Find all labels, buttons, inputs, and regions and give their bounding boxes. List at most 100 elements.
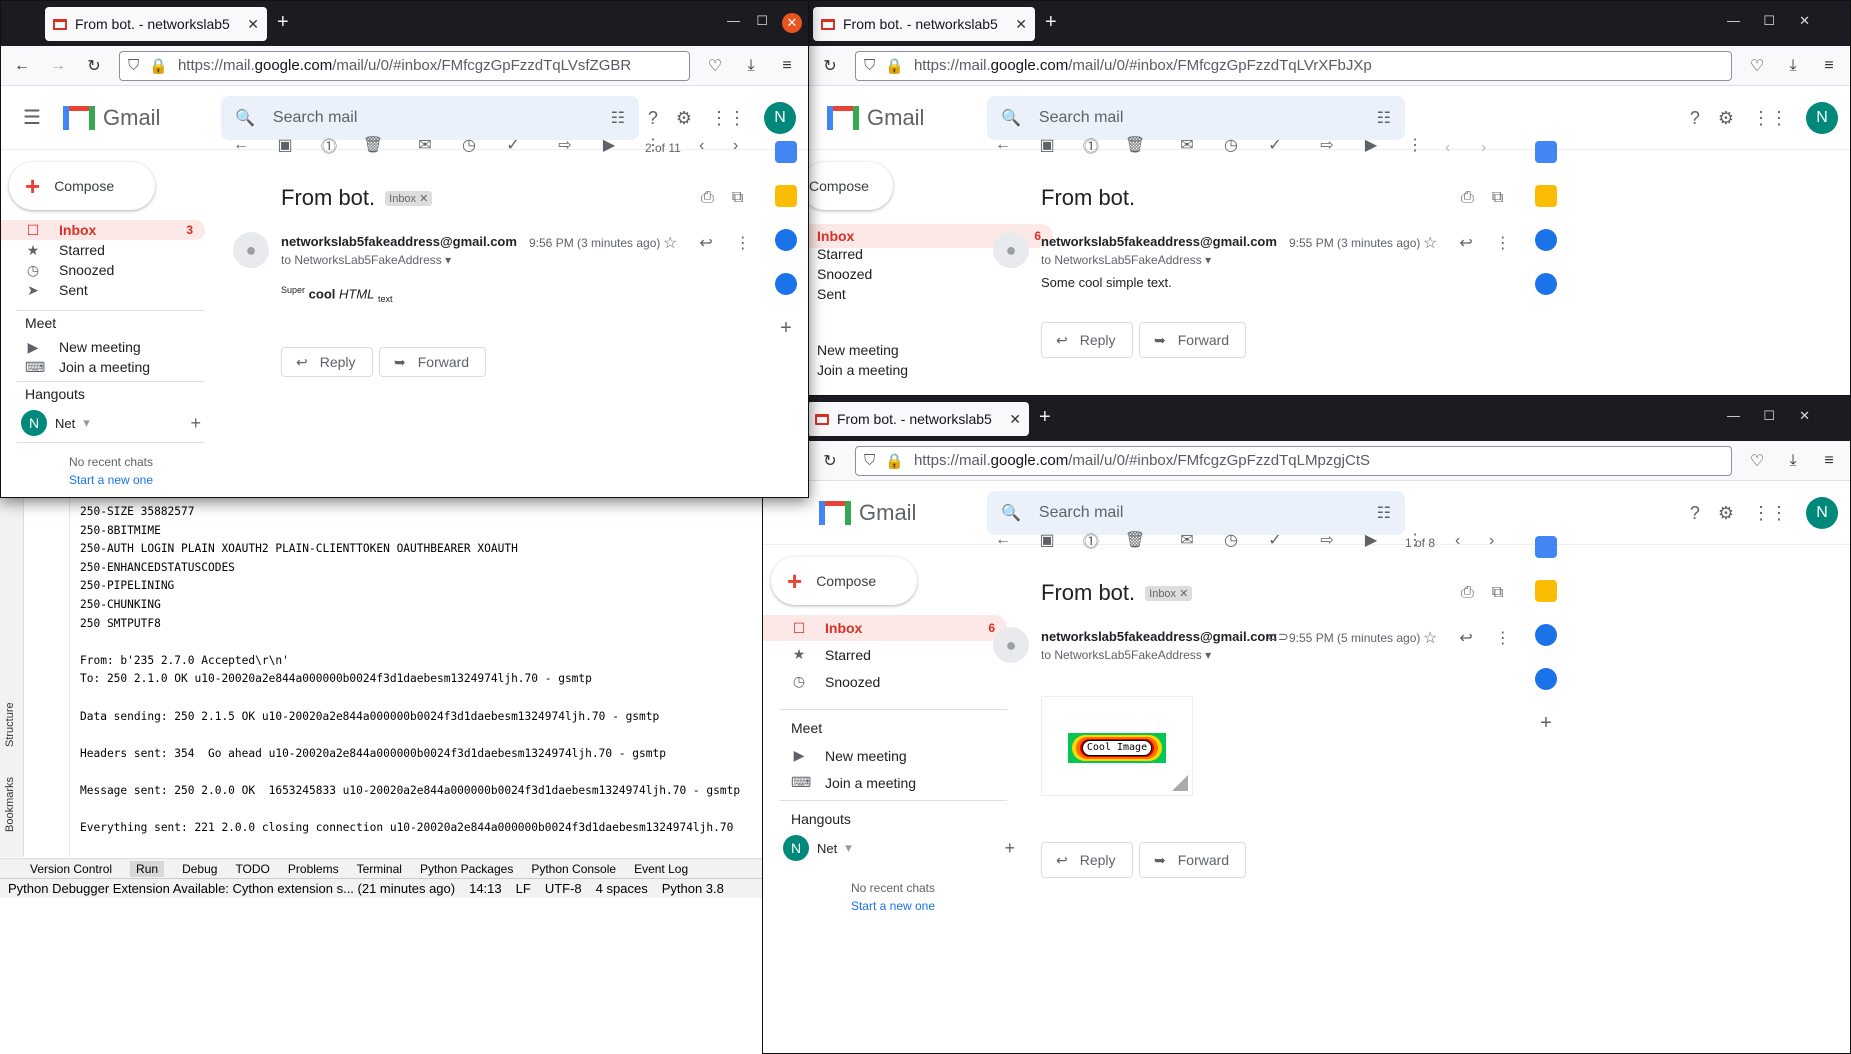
more-options-icon[interactable]: ⋮ (735, 233, 751, 253)
help-icon[interactable]: ? (1690, 108, 1700, 129)
download-icon[interactable]: ⤓ (1782, 57, 1804, 75)
sidebar-item-inbox[interactable]: ☐ Inbox 3 (1, 220, 205, 240)
forward-button[interactable]: ➥ Forward (1139, 322, 1247, 358)
open-new-window-icon[interactable]: ⧉ (732, 189, 743, 207)
gmail-logo[interactable]: Gmail (827, 105, 987, 131)
report-spam-icon[interactable]: ⓵ (1069, 528, 1113, 552)
more-icon[interactable]: ⋮ (1393, 135, 1437, 155)
new-meeting-item[interactable]: ▶ New meeting (1, 337, 205, 357)
tool-tab-run[interactable]: Run (130, 860, 165, 877)
sidebar-item-snoozed[interactable]: ◷ Snoozed (763, 668, 1007, 695)
reply-button[interactable]: ↩ Reply (281, 347, 373, 377)
report-spam-icon[interactable]: ⓵ (1069, 133, 1113, 157)
reply-button[interactable]: ↩ Reply (1041, 322, 1133, 358)
reply-icon[interactable]: ↩ (1459, 628, 1472, 648)
start-new-link[interactable]: Start a new one (763, 899, 1023, 913)
back-arrow-icon[interactable]: ← (981, 136, 1025, 154)
search-input[interactable]: Search mail (1039, 504, 1359, 522)
url-bar[interactable]: ⛉ 🔒 https://mail.google.com/mail/u/0/#inbo… (855, 50, 1732, 81)
add-task-icon[interactable]: ✓ (1253, 135, 1297, 155)
mark-unread-icon[interactable]: ✉ (403, 135, 447, 155)
reply-icon[interactable]: ↩ (1459, 233, 1472, 253)
apps-icon[interactable]: ⋮⋮ (1752, 108, 1788, 129)
recipient-line[interactable]: to NetworksLab5FakeAddress ▾ (1041, 253, 1277, 267)
add-chat-icon[interactable]: + (1004, 838, 1015, 859)
forward-icon[interactable]: → (47, 57, 69, 75)
start-new-link[interactable]: Start a new one (1, 473, 221, 487)
search-icon[interactable]: 🔍 (235, 108, 255, 128)
mark-unread-icon[interactable]: ✉ (1165, 530, 1209, 550)
move-to-icon[interactable]: ⇨ (1305, 135, 1349, 155)
newer-icon[interactable]: ‹ (1445, 139, 1450, 157)
tool-tab-problems[interactable]: Problems (288, 862, 339, 876)
snooze-icon[interactable]: ◷ (1209, 135, 1253, 155)
tab-close-icon[interactable]: ✕ (247, 16, 259, 33)
pocket-icon[interactable]: ♡ (1746, 56, 1768, 76)
hangouts-user[interactable]: N Net ▾ + (763, 833, 1023, 863)
maximize-icon[interactable]: ☐ (756, 13, 768, 29)
star-icon[interactable]: ☆ (1423, 628, 1437, 648)
close-window-icon[interactable]: ✕ (1799, 13, 1810, 29)
snooze-icon[interactable]: ◷ (1209, 530, 1253, 550)
tool-tab-event-log[interactable]: Event Log (634, 862, 688, 876)
settings-icon[interactable]: ⚙ (1718, 108, 1734, 129)
gmail-logo[interactable]: Gmail (819, 500, 979, 526)
download-icon[interactable]: ⤓ (740, 57, 762, 75)
join-meeting-item[interactable]: ⌨ Join a meeting (763, 769, 1007, 796)
new-tab-icon[interactable]: + (1039, 406, 1051, 429)
keep-icon[interactable] (775, 185, 797, 207)
reply-button[interactable]: ↩ Reply (1041, 842, 1133, 878)
search-icon[interactable]: 🔍 (1001, 108, 1021, 128)
download-icon[interactable]: ⤓ (1782, 452, 1804, 470)
calendar-icon[interactable] (775, 141, 797, 163)
open-new-window-icon[interactable]: ⧉ (1492, 189, 1503, 207)
add-chat-icon[interactable]: + (190, 413, 201, 434)
menu-icon[interactable]: ≡ (1818, 57, 1840, 75)
status-line-ending[interactable]: LF (516, 881, 531, 896)
add-task-icon[interactable]: ✓ (491, 135, 535, 155)
browser-tab[interactable]: From bot. - networkslab5 ✕ (807, 402, 1029, 436)
newer-icon[interactable]: ‹ (1455, 532, 1460, 550)
settings-icon[interactable]: ⚙ (1718, 503, 1734, 524)
forward-button[interactable]: ➥ Forward (379, 347, 487, 377)
sender-address[interactable]: networkslab5fakeaddress@gmail.com (1041, 629, 1277, 644)
calendar-icon[interactable] (1535, 141, 1557, 163)
label-icon[interactable]: ▶ (587, 135, 631, 155)
snooze-icon[interactable]: ◷ (447, 135, 491, 155)
status-encoding[interactable]: UTF-8 (545, 881, 582, 896)
sidebar-item-sent[interactable]: ➤ Sent (1, 280, 205, 300)
compose-button[interactable]: + Compose (9, 162, 155, 210)
star-icon[interactable]: ☆ (1423, 233, 1437, 253)
tab-close-icon[interactable]: ✕ (1009, 411, 1021, 428)
tool-tab-terminal[interactable]: Terminal (357, 862, 402, 876)
inbox-label-chip[interactable]: Inbox ✕ (385, 190, 433, 206)
calendar-icon[interactable] (1535, 536, 1557, 558)
help-icon[interactable]: ? (1690, 503, 1700, 524)
reply-icon[interactable]: ↩ (699, 233, 712, 253)
new-tab-icon[interactable]: + (1045, 11, 1057, 34)
apps-icon[interactable]: ⋮⋮ (710, 108, 746, 129)
search-icon[interactable]: 🔍 (1001, 503, 1021, 523)
bookmarks-tab[interactable]: Bookmarks (4, 777, 16, 832)
more-options-icon[interactable]: ⋮ (1495, 233, 1511, 253)
back-arrow-icon[interactable]: ← (219, 136, 263, 154)
sidebar-item-starred[interactable]: ★ Starred (1, 240, 205, 260)
move-to-icon[interactable]: ⇨ (1305, 530, 1349, 550)
tool-tab-todo[interactable]: TODO (235, 862, 269, 876)
search-input[interactable]: Search mail (273, 109, 593, 127)
back-icon[interactable]: ← (11, 57, 33, 75)
avatar[interactable]: N (1806, 102, 1838, 134)
pocket-icon[interactable]: ♡ (1746, 451, 1768, 471)
open-new-window-icon[interactable]: ⧉ (1492, 584, 1503, 602)
help-icon[interactable]: ? (648, 108, 658, 129)
delete-icon[interactable]: 🗑 (351, 135, 395, 155)
mark-unread-icon[interactable]: ✉ (1165, 135, 1209, 155)
archive-icon[interactable]: ▣ (1025, 530, 1069, 550)
reload-icon[interactable]: ↻ (819, 56, 841, 76)
new-tab-icon[interactable]: + (277, 11, 289, 34)
apps-icon[interactable]: ⋮⋮ (1752, 503, 1788, 524)
contacts-icon[interactable] (775, 273, 797, 295)
more-options-icon[interactable]: ⋮ (1495, 628, 1511, 648)
sender-address[interactable]: networkslab5fakeaddress@gmail.com (1041, 234, 1277, 249)
close-window-icon[interactable]: ✕ (1799, 408, 1810, 424)
